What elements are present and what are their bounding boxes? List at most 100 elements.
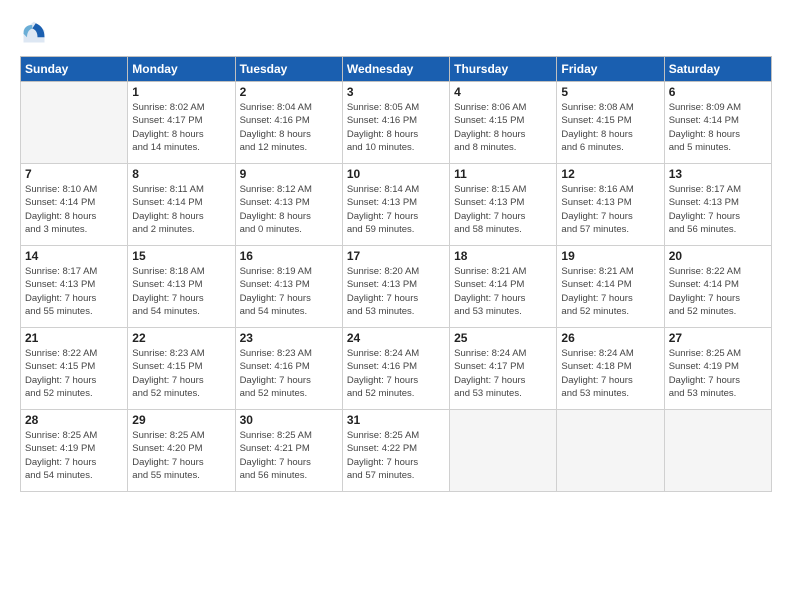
- calendar-cell: 14 Sunrise: 8:17 AM Sunset: 4:13 PM Dayli…: [21, 246, 128, 328]
- day-number: 17: [347, 249, 445, 263]
- calendar-table: SundayMondayTuesdayWednesdayThursdayFrid…: [20, 56, 772, 492]
- calendar-cell: 11 Sunrise: 8:15 AM Sunset: 4:13 PM Dayli…: [450, 164, 557, 246]
- calendar-cell: 22 Sunrise: 8:23 AM Sunset: 4:15 PM Dayli…: [128, 328, 235, 410]
- day-info: Sunrise: 8:11 AM Sunset: 4:14 PM Dayligh…: [132, 183, 230, 236]
- day-info: Sunrise: 8:04 AM Sunset: 4:16 PM Dayligh…: [240, 101, 338, 154]
- calendar-cell: 19 Sunrise: 8:21 AM Sunset: 4:14 PM Dayli…: [557, 246, 664, 328]
- calendar-cell: 30 Sunrise: 8:25 AM Sunset: 4:21 PM Dayli…: [235, 410, 342, 492]
- day-info: Sunrise: 8:24 AM Sunset: 4:17 PM Dayligh…: [454, 347, 552, 400]
- day-number: 14: [25, 249, 123, 263]
- day-number: 10: [347, 167, 445, 181]
- day-number: 5: [561, 85, 659, 99]
- day-info: Sunrise: 8:25 AM Sunset: 4:21 PM Dayligh…: [240, 429, 338, 482]
- calendar-week-2: 14 Sunrise: 8:17 AM Sunset: 4:13 PM Dayli…: [21, 246, 772, 328]
- calendar-week-0: 1 Sunrise: 8:02 AM Sunset: 4:17 PM Daylig…: [21, 82, 772, 164]
- day-number: 8: [132, 167, 230, 181]
- day-number: 26: [561, 331, 659, 345]
- day-number: 22: [132, 331, 230, 345]
- calendar-cell: 1 Sunrise: 8:02 AM Sunset: 4:17 PM Daylig…: [128, 82, 235, 164]
- logo: [20, 18, 52, 46]
- header: [20, 18, 772, 46]
- day-info: Sunrise: 8:21 AM Sunset: 4:14 PM Dayligh…: [561, 265, 659, 318]
- day-number: 30: [240, 413, 338, 427]
- calendar-cell: [21, 82, 128, 164]
- calendar-cell: 25 Sunrise: 8:24 AM Sunset: 4:17 PM Dayli…: [450, 328, 557, 410]
- day-info: Sunrise: 8:17 AM Sunset: 4:13 PM Dayligh…: [669, 183, 767, 236]
- day-info: Sunrise: 8:25 AM Sunset: 4:19 PM Dayligh…: [669, 347, 767, 400]
- calendar-cell: 16Sunrise: 8:19 AM Sunset: 4:13 PM Dayli…: [235, 246, 342, 328]
- calendar-cell: 18 Sunrise: 8:21 AM Sunset: 4:14 PM Dayli…: [450, 246, 557, 328]
- calendar-cell: 31Sunrise: 8:25 AM Sunset: 4:22 PM Dayli…: [342, 410, 449, 492]
- calendar-cell: 9 Sunrise: 8:12 AM Sunset: 4:13 PM Daylig…: [235, 164, 342, 246]
- calendar-cell: 4Sunrise: 8:06 AM Sunset: 4:15 PM Daylig…: [450, 82, 557, 164]
- day-number: 11: [454, 167, 552, 181]
- calendar-cell: 10 Sunrise: 8:14 AM Sunset: 4:13 PM Dayli…: [342, 164, 449, 246]
- day-number: 27: [669, 331, 767, 345]
- day-info: Sunrise: 8:12 AM Sunset: 4:13 PM Dayligh…: [240, 183, 338, 236]
- day-info: Sunrise: 8:16 AM Sunset: 4:13 PM Dayligh…: [561, 183, 659, 236]
- day-number: 2: [240, 85, 338, 99]
- day-info: Sunrise: 8:22 AM Sunset: 4:15 PM Dayligh…: [25, 347, 123, 400]
- day-info: Sunrise: 8:25 AM Sunset: 4:19 PM Dayligh…: [25, 429, 123, 482]
- calendar-cell: 23Sunrise: 8:23 AM Sunset: 4:16 PM Dayli…: [235, 328, 342, 410]
- calendar-cell: 8 Sunrise: 8:11 AM Sunset: 4:14 PM Daylig…: [128, 164, 235, 246]
- day-number: 29: [132, 413, 230, 427]
- day-info: Sunrise: 8:20 AM Sunset: 4:13 PM Dayligh…: [347, 265, 445, 318]
- day-number: 23: [240, 331, 338, 345]
- day-info: Sunrise: 8:02 AM Sunset: 4:17 PM Dayligh…: [132, 101, 230, 154]
- day-number: 3: [347, 85, 445, 99]
- day-info: Sunrise: 8:22 AM Sunset: 4:14 PM Dayligh…: [669, 265, 767, 318]
- day-header-tuesday: Tuesday: [235, 57, 342, 82]
- calendar-cell: 13 Sunrise: 8:17 AM Sunset: 4:13 PM Dayli…: [664, 164, 771, 246]
- calendar-cell: 7 Sunrise: 8:10 AM Sunset: 4:14 PM Daylig…: [21, 164, 128, 246]
- calendar-cell: 24 Sunrise: 8:24 AM Sunset: 4:16 PM Dayli…: [342, 328, 449, 410]
- day-info: Sunrise: 8:24 AM Sunset: 4:18 PM Dayligh…: [561, 347, 659, 400]
- day-number: 21: [25, 331, 123, 345]
- calendar-cell: 3 Sunrise: 8:05 AM Sunset: 4:16 PM Daylig…: [342, 82, 449, 164]
- day-number: 25: [454, 331, 552, 345]
- day-header-wednesday: Wednesday: [342, 57, 449, 82]
- day-number: 28: [25, 413, 123, 427]
- page: SundayMondayTuesdayWednesdayThursdayFrid…: [0, 0, 792, 612]
- day-header-sunday: Sunday: [21, 57, 128, 82]
- day-number: 19: [561, 249, 659, 263]
- day-info: Sunrise: 8:05 AM Sunset: 4:16 PM Dayligh…: [347, 101, 445, 154]
- calendar-cell: [450, 410, 557, 492]
- day-number: 18: [454, 249, 552, 263]
- calendar-cell: 29 Sunrise: 8:25 AM Sunset: 4:20 PM Dayli…: [128, 410, 235, 492]
- day-header-thursday: Thursday: [450, 57, 557, 82]
- calendar-cell: 5Sunrise: 8:08 AM Sunset: 4:15 PM Daylig…: [557, 82, 664, 164]
- calendar-cell: 6Sunrise: 8:09 AM Sunset: 4:14 PM Daylig…: [664, 82, 771, 164]
- day-info: Sunrise: 8:21 AM Sunset: 4:14 PM Dayligh…: [454, 265, 552, 318]
- calendar-cell: 27 Sunrise: 8:25 AM Sunset: 4:19 PM Dayli…: [664, 328, 771, 410]
- day-info: Sunrise: 8:10 AM Sunset: 4:14 PM Dayligh…: [25, 183, 123, 236]
- day-info: Sunrise: 8:25 AM Sunset: 4:20 PM Dayligh…: [132, 429, 230, 482]
- day-number: 1: [132, 85, 230, 99]
- day-info: Sunrise: 8:14 AM Sunset: 4:13 PM Dayligh…: [347, 183, 445, 236]
- calendar-cell: 17 Sunrise: 8:20 AM Sunset: 4:13 PM Dayli…: [342, 246, 449, 328]
- day-info: Sunrise: 8:17 AM Sunset: 4:13 PM Dayligh…: [25, 265, 123, 318]
- day-info: Sunrise: 8:25 AM Sunset: 4:22 PM Dayligh…: [347, 429, 445, 482]
- day-number: 20: [669, 249, 767, 263]
- day-number: 7: [25, 167, 123, 181]
- calendar-cell: 12 Sunrise: 8:16 AM Sunset: 4:13 PM Dayli…: [557, 164, 664, 246]
- calendar-cell: 2 Sunrise: 8:04 AM Sunset: 4:16 PM Daylig…: [235, 82, 342, 164]
- day-number: 9: [240, 167, 338, 181]
- day-number: 12: [561, 167, 659, 181]
- day-number: 15: [132, 249, 230, 263]
- day-number: 13: [669, 167, 767, 181]
- day-info: Sunrise: 8:15 AM Sunset: 4:13 PM Dayligh…: [454, 183, 552, 236]
- calendar-cell: 21 Sunrise: 8:22 AM Sunset: 4:15 PM Dayli…: [21, 328, 128, 410]
- day-header-saturday: Saturday: [664, 57, 771, 82]
- day-header-monday: Monday: [128, 57, 235, 82]
- logo-icon: [20, 18, 48, 46]
- day-number: 24: [347, 331, 445, 345]
- day-info: Sunrise: 8:24 AM Sunset: 4:16 PM Dayligh…: [347, 347, 445, 400]
- calendar-cell: 20 Sunrise: 8:22 AM Sunset: 4:14 PM Dayli…: [664, 246, 771, 328]
- day-info: Sunrise: 8:23 AM Sunset: 4:15 PM Dayligh…: [132, 347, 230, 400]
- day-info: Sunrise: 8:19 AM Sunset: 4:13 PM Dayligh…: [240, 265, 338, 318]
- day-info: Sunrise: 8:18 AM Sunset: 4:13 PM Dayligh…: [132, 265, 230, 318]
- day-info: Sunrise: 8:06 AM Sunset: 4:15 PM Dayligh…: [454, 101, 552, 154]
- calendar-header-row: SundayMondayTuesdayWednesdayThursdayFrid…: [21, 57, 772, 82]
- calendar-cell: 15 Sunrise: 8:18 AM Sunset: 4:13 PM Dayli…: [128, 246, 235, 328]
